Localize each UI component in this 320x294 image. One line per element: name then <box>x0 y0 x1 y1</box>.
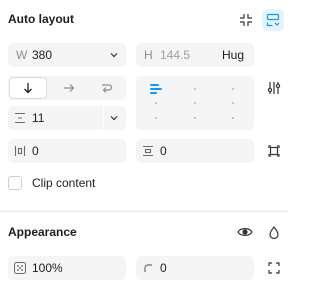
width-label: W <box>16 48 28 62</box>
vertical-gap-icon <box>13 111 27 125</box>
corner-radius-icon <box>141 261 155 275</box>
direction-vertical-button[interactable] <box>9 77 47 99</box>
align-middle-left-dot[interactable] <box>155 102 157 104</box>
gap-field[interactable]: 11 <box>8 106 126 130</box>
align-bottom-center-dot[interactable] <box>194 117 196 119</box>
height-field[interactable]: H 144.5 Hug <box>136 43 254 67</box>
section-divider <box>0 211 289 212</box>
clip-content-checkbox[interactable] <box>8 176 22 190</box>
align-bottom-right-dot[interactable] <box>232 117 234 119</box>
appearance-title: Appearance <box>8 225 77 239</box>
clip-content-label: Clip content <box>32 176 96 190</box>
layout-settings-icon[interactable] <box>264 78 284 98</box>
horizontal-padding-value: 0 <box>32 144 39 158</box>
auto-layout-title: Auto layout <box>8 12 74 26</box>
opacity-icon <box>13 261 27 275</box>
align-bottom-left-dot[interactable] <box>155 117 157 119</box>
align-middle-right-dot[interactable] <box>232 102 234 104</box>
align-middle-center-dot[interactable] <box>194 102 196 104</box>
gap-value: 11 <box>32 111 45 125</box>
align-top-left-icon[interactable] <box>150 84 162 94</box>
independent-corners-icon[interactable] <box>264 258 284 278</box>
align-top-right-dot[interactable] <box>232 88 234 90</box>
horizontal-padding-field[interactable]: 0 <box>8 139 126 163</box>
vertical-padding-value: 0 <box>160 144 167 158</box>
direction-group <box>8 76 126 100</box>
gap-divider <box>103 106 104 130</box>
horizontal-padding-icon <box>13 144 27 158</box>
collapse-icon[interactable] <box>236 10 256 30</box>
auto-layout-icon <box>262 9 284 31</box>
chevron-down-icon[interactable] <box>108 49 120 61</box>
vertical-padding-field[interactable]: 0 <box>136 139 254 163</box>
vertical-padding-icon <box>141 144 155 158</box>
auto-layout-toggle-button[interactable] <box>262 9 284 31</box>
width-value: 380 <box>32 48 53 62</box>
height-label: H <box>144 48 153 62</box>
arrow-down-icon <box>10 78 46 98</box>
align-top-center-dot[interactable] <box>194 88 196 90</box>
height-value: 144.5 <box>160 48 191 62</box>
arrow-right-icon[interactable] <box>52 78 86 98</box>
corner-radius-value: 0 <box>160 261 167 275</box>
independent-padding-icon[interactable] <box>264 141 284 161</box>
corner-radius-field[interactable]: 0 <box>136 256 254 280</box>
chevron-down-icon[interactable] <box>108 112 120 124</box>
opacity-field[interactable]: 100% <box>8 256 126 280</box>
drop-icon[interactable] <box>264 222 284 242</box>
width-field[interactable]: W 380 <box>8 43 126 67</box>
eye-icon[interactable] <box>235 222 255 242</box>
height-mode[interactable]: Hug <box>222 43 244 67</box>
alignment-grid[interactable] <box>136 76 254 130</box>
wrap-icon[interactable] <box>90 78 124 98</box>
opacity-value: 100% <box>32 261 63 275</box>
